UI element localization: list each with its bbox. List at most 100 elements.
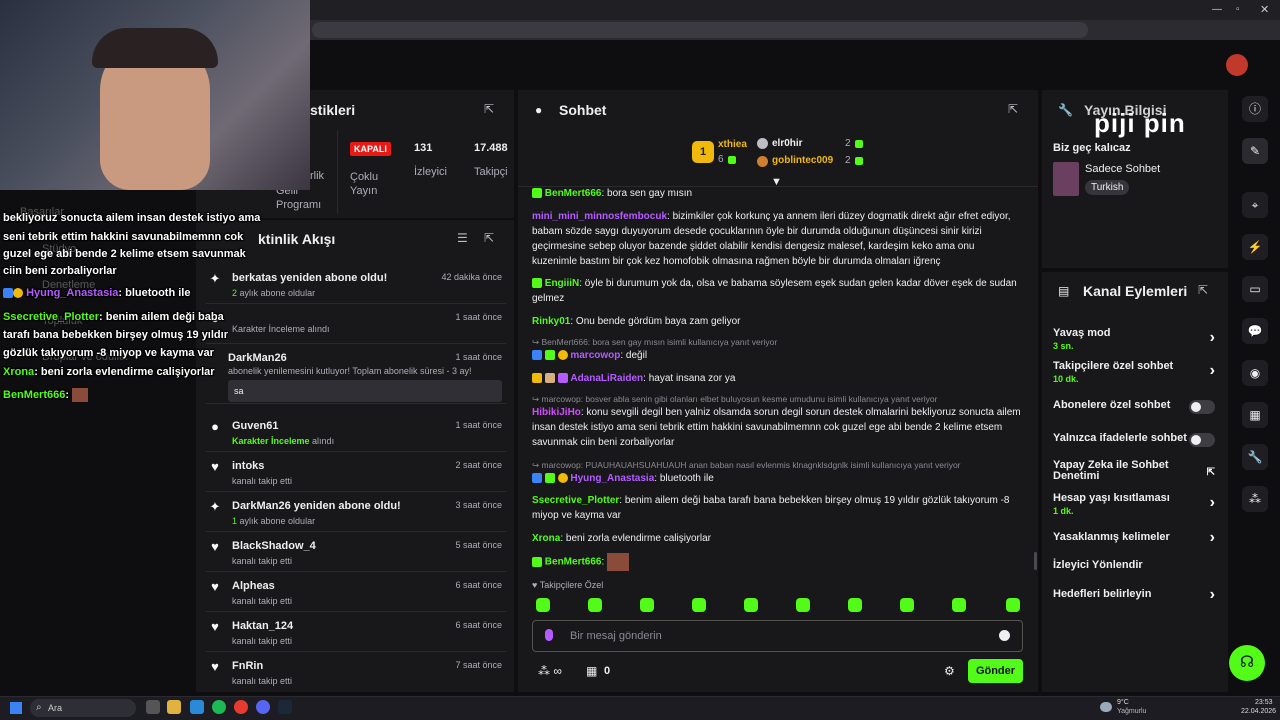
chat-message[interactable]: marcowop: değil (532, 348, 1022, 363)
start-icon[interactable] (10, 702, 22, 714)
chat-scrollbar[interactable] (1034, 552, 1037, 570)
emote-button[interactable] (588, 598, 602, 612)
language-tag[interactable]: Turkish (1085, 180, 1130, 195)
chat-message[interactable]: Xrona: beni zorla evlendirme calişiyorla… (532, 531, 1022, 546)
emote-tab[interactable]: ♥ Takipçilere Özel (532, 580, 603, 590)
steam-icon[interactable] (278, 700, 292, 714)
popout-icon[interactable]: ⇱ (1198, 284, 1210, 296)
stat-label: rlik (310, 170, 325, 182)
chat-message[interactable]: BenMert666: (532, 553, 1022, 571)
feed-item-time: 1 saat önce (455, 420, 502, 430)
stream-title: Biz geç kalıcaz (1053, 142, 1131, 154)
notes-icon[interactable]: ▭ (1242, 276, 1268, 302)
stats-title: stikleri (310, 102, 356, 118)
emote-button[interactable] (848, 598, 862, 612)
feed-item[interactable]: ✦ berkatas yeniden abone oldu! 2 aylık a… (206, 264, 506, 304)
slow-mode-setting[interactable]: Yavaş mod 3 sn. › (1053, 327, 1217, 351)
info-icon[interactable]: ⓘ (1242, 96, 1268, 122)
chat-message[interactable]: Hyung_Anastasia: bluetooth ile (532, 471, 1022, 486)
search-icon: ⌕ (36, 702, 42, 713)
chat-message[interactable]: mini_mini_minnosfembocuk: bizimkiler çok… (532, 209, 1022, 269)
host-viewers-setting[interactable]: İzleyici Yönlendir (1053, 559, 1217, 571)
badge-icon (532, 373, 542, 384)
popout-icon[interactable]: ⇱ (1008, 103, 1020, 115)
wrench-icon[interactable]: 🔧 (1242, 444, 1268, 470)
microphone-icon[interactable] (545, 629, 553, 641)
edit-icon[interactable]: ✎ (1242, 138, 1268, 164)
badge-icon (532, 350, 542, 361)
goals-setting[interactable]: Hedefleri belirleyin › (1053, 587, 1217, 603)
minimize-icon[interactable]: — (1212, 4, 1222, 15)
emote-button[interactable] (796, 598, 810, 612)
chat-message[interactable]: Rinky01: Onu bende gördüm baya zam geliy… (532, 314, 1022, 329)
spotify-icon[interactable] (212, 700, 226, 714)
chat-message[interactable]: HibikiJiHo: konu sevgili degil ben yalni… (532, 405, 1022, 450)
followers-only-setting[interactable]: Takipçilere özel sohbet 10 dk. › (1053, 360, 1217, 384)
category-name[interactable]: Sadece Sohbet (1085, 163, 1160, 175)
overlay-chat-text: ciin beni zorbaliyorlar (3, 265, 117, 277)
feed-item[interactable]: ✦ DarkMan26 yeniden abone oldu! 1 aylık … (206, 492, 506, 532)
ai-moderation-setting[interactable]: Yapay Zeka ile Sohbet Denetimi ⇱ (1053, 460, 1217, 482)
chat-message[interactable]: AdanaLiRaiden: hayat insana zor ya (532, 371, 1022, 386)
feed-item[interactable]: ● Guven61 Karakter İnceleme alındı 1 saa… (206, 412, 506, 452)
emotes-only-setting[interactable]: Yalnızca ifadelerle sohbet (1053, 432, 1217, 447)
broadcast-icon[interactable]: ◉ (1242, 360, 1268, 386)
badge-icon (532, 278, 542, 289)
popout-icon[interactable]: ⇱ (484, 232, 496, 244)
focus-icon[interactable]: ⌖ (1242, 192, 1268, 218)
account-age-setting[interactable]: Hesap yaşı kısıtlaması 1 dk. › (1053, 492, 1217, 516)
chat-message[interactable]: Ssecretive_Plotter: benim ailem deği bab… (532, 493, 1022, 523)
reply-context: ↪ marcowop: bosver abla senin gibi olanl… (532, 394, 938, 404)
feed-item-detail: kanalı takip etti (232, 636, 293, 646)
ghost-menu-text: Başarılar (20, 206, 65, 218)
task-view-icon[interactable] (146, 700, 160, 714)
emote-button[interactable] (1006, 598, 1020, 612)
emote-button[interactable] (900, 598, 914, 612)
taskbar-search[interactable] (30, 699, 136, 717)
feed-item[interactable]: ♥ Haktan_124 kanalı takip etti 6 saat ön… (206, 612, 506, 652)
opera-icon[interactable] (234, 700, 248, 714)
shop-icon[interactable]: ▦ (586, 664, 597, 678)
chat-message[interactable]: EngiiiN: öyle bi durumum yok da, olsa ve… (532, 276, 1022, 306)
activity-feed-title: ktinlik Akışı (258, 231, 336, 247)
layout-icon[interactable]: ▦ (1242, 402, 1268, 428)
filter-icon[interactable]: ☰ (457, 232, 469, 244)
feed-item[interactable]: ♥ Alpheas kanalı takip etti 6 saat önce (206, 572, 506, 612)
banned-words-setting[interactable]: Yasaklanmış kelimeler › (1053, 530, 1217, 546)
file-explorer-icon[interactable] (167, 700, 181, 714)
feed-item-detail: kanalı takip etti (232, 596, 293, 606)
emote-button[interactable] (692, 598, 706, 612)
address-bar[interactable] (312, 22, 1088, 38)
settings-gear-icon[interactable]: ⚙ (944, 664, 955, 678)
subscribers-only-toggle[interactable] (1189, 400, 1215, 414)
feed-item-title: BlackShadow_4 (232, 540, 316, 552)
popout-icon[interactable]: ⇱ (484, 103, 496, 115)
chat-icon[interactable]: 💬 (1242, 318, 1268, 344)
discord-icon[interactable] (256, 700, 270, 714)
message-placeholder: Bir mesaj gönderin (570, 630, 662, 642)
feed-item-detail: abonelik yenilemesini kutluyor! Toplam a… (228, 366, 472, 376)
feed-item[interactable]: ♥ FnRin kanalı takip etti 7 saat önce (206, 652, 506, 692)
subscribers-only-setting[interactable]: Abonelere özel sohbet (1053, 399, 1217, 414)
send-button[interactable]: Gönder (968, 659, 1023, 683)
points-icon[interactable]: ⁂ ∞ (538, 664, 562, 678)
chat-message[interactable]: BenMert666: bora sen gay mısın (532, 186, 1022, 201)
feed-item[interactable]: ♥ BlackShadow_4 kanalı takip etti 5 saat… (206, 532, 506, 572)
emote-button[interactable] (744, 598, 758, 612)
category-thumbnail[interactable] (1053, 162, 1079, 196)
support-button[interactable]: ☊ (1229, 645, 1265, 681)
emote-button[interactable] (952, 598, 966, 612)
browser-icon[interactable] (190, 700, 204, 714)
badge-icon (532, 188, 542, 199)
avatar[interactable] (1226, 54, 1248, 76)
feed-item[interactable]: ♥ intoks kanalı takip etti 2 saat önce (206, 452, 506, 492)
viewers-label: İzleyici (414, 166, 448, 178)
close-icon[interactable]: ✕ (1260, 3, 1269, 16)
emotes-only-toggle[interactable] (1189, 433, 1215, 447)
emote-button[interactable] (536, 598, 550, 612)
points-icon[interactable]: ⁂ (1242, 486, 1268, 512)
maximize-icon[interactable]: ▫ (1236, 4, 1240, 15)
emote-button[interactable] (640, 598, 654, 612)
emoji-icon[interactable] (999, 630, 1010, 641)
lightning-icon[interactable]: ⚡ (1242, 234, 1268, 260)
